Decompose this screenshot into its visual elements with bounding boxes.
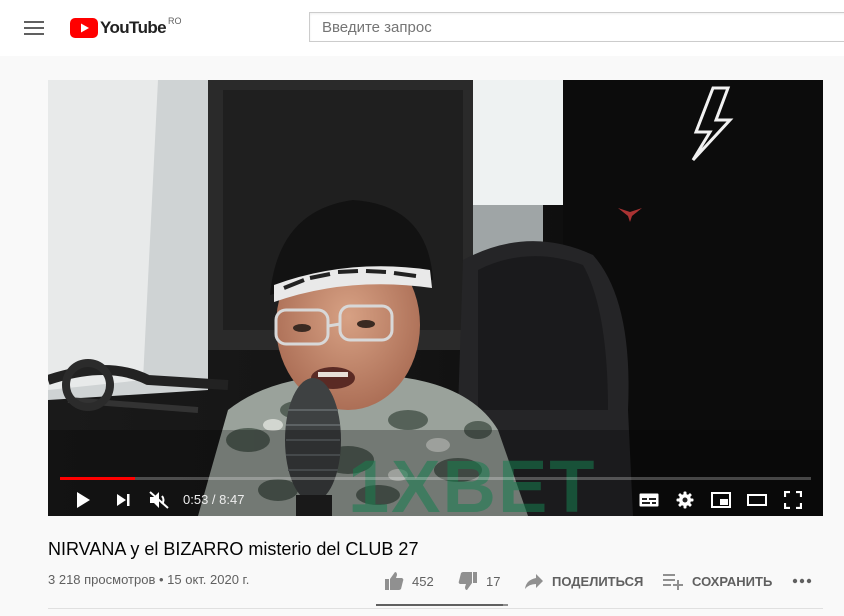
logo-text: YouTube	[100, 18, 167, 37]
next-button[interactable]	[108, 484, 138, 516]
view-date-info: 3 218 просмотров • 15 окт. 2020 г.	[48, 570, 249, 590]
fullscreen-button[interactable]	[778, 484, 808, 516]
progress-played	[60, 477, 136, 480]
upload-date: 15 окт. 2020 г.	[167, 572, 250, 587]
video-info-row: 3 218 просмотров • 15 окт. 2020 г. 452 1…	[48, 570, 828, 594]
more-horizontal-icon	[792, 578, 812, 584]
subtitles-button[interactable]	[634, 484, 664, 516]
video-title: NIRVANA y el BIZARRO misterio del CLUB 2…	[48, 539, 419, 559]
mute-icon	[149, 491, 169, 509]
youtube-logo-icon	[70, 18, 98, 38]
play-button[interactable]	[68, 484, 98, 516]
time-current: 0:53	[183, 492, 209, 507]
next-icon	[117, 494, 130, 506]
thumbs-down-icon	[458, 572, 477, 590]
time-display: 0:53 / 8:47	[183, 484, 244, 516]
like-button[interactable]: 452	[384, 570, 434, 592]
time-total: 8:47	[219, 492, 245, 507]
save-button[interactable]: СОХРАНИТЬ	[662, 570, 772, 592]
playlist-add-icon	[663, 574, 683, 590]
search-input[interactable]	[310, 13, 844, 41]
youtube-logo[interactable]: YouTube RO	[70, 16, 182, 40]
video-player[interactable]: 1XBET 0:53 / 8:47	[48, 80, 823, 516]
menu-icon	[24, 21, 44, 35]
settings-gear-icon	[676, 491, 694, 509]
more-actions-button[interactable]	[792, 570, 812, 592]
fullscreen-icon	[784, 491, 802, 509]
like-count: 452	[412, 573, 434, 589]
theater-mode-button[interactable]	[742, 484, 772, 516]
info-separator: •	[155, 572, 168, 587]
search-box[interactable]	[309, 12, 844, 42]
play-icon	[77, 492, 90, 508]
dislike-count: 17	[486, 573, 501, 589]
sentiment-like-fill	[376, 604, 504, 606]
settings-button[interactable]	[670, 484, 700, 516]
view-count: 3 218 просмотров	[48, 572, 156, 587]
miniplayer-icon	[711, 492, 731, 508]
theater-mode-icon	[747, 494, 767, 506]
country-code: RO	[168, 16, 182, 26]
progress-bar[interactable]	[60, 477, 811, 480]
subtitles-icon	[639, 493, 659, 507]
save-label: СОХРАНИТЬ	[692, 573, 773, 589]
mute-button[interactable]	[144, 484, 174, 516]
sentiment-bar	[376, 604, 508, 606]
thumbs-up-icon	[385, 572, 404, 590]
share-button[interactable]: ПОДЕЛИТЬСЯ	[524, 570, 643, 592]
share-icon	[525, 574, 543, 589]
video-frame[interactable]: 1XBET	[48, 80, 823, 516]
time-separator: /	[208, 492, 220, 507]
divider	[48, 608, 823, 609]
player-controls: 0:53 / 8:47	[48, 484, 823, 516]
miniplayer-button[interactable]	[706, 484, 736, 516]
guide-menu-button[interactable]	[16, 10, 52, 46]
dislike-button[interactable]: 17	[458, 570, 500, 592]
share-label: ПОДЕЛИТЬСЯ	[552, 573, 644, 589]
masthead: YouTube RO	[0, 0, 844, 56]
